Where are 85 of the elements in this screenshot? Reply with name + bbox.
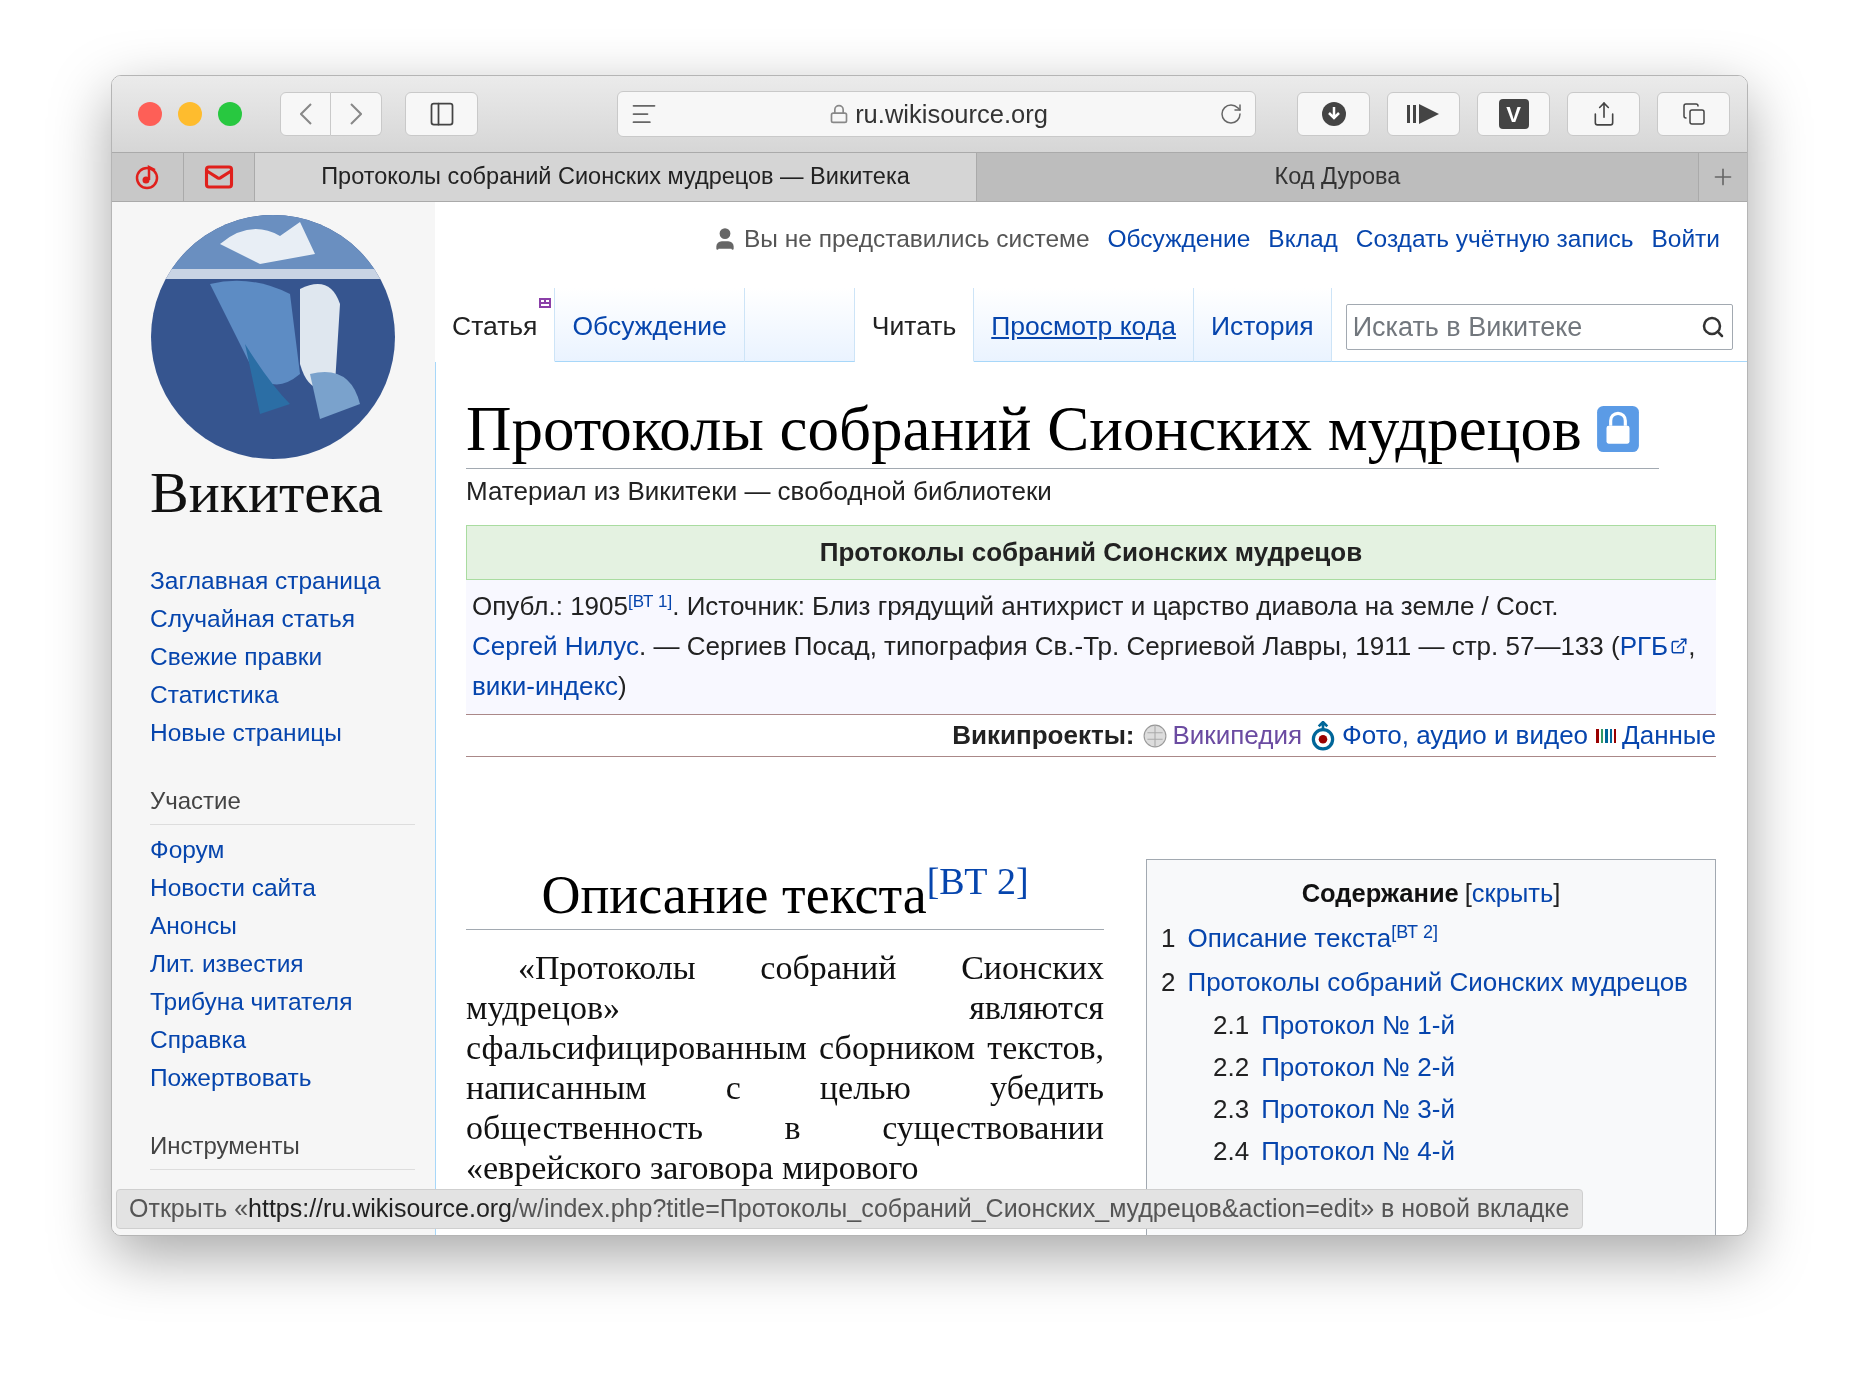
play-bars-icon [1406, 102, 1441, 126]
chevron-left-icon [299, 103, 312, 125]
toc-bracket: [ [1464, 878, 1472, 909]
toc-link[interactable]: Протокол № 1-й [1261, 1004, 1455, 1046]
login-status: Вы не представились системе [744, 223, 1090, 254]
toc-link[interactable]: Протокол № 2-й [1261, 1046, 1455, 1088]
sidebar-link[interactable]: Статистика [150, 676, 419, 714]
sidebar-heading[interactable]: Инструменты [150, 1129, 415, 1170]
reference-link[interactable]: [ВТ 1] [628, 591, 673, 611]
personal-link[interactable]: Создать учётную запись [1355, 220, 1634, 258]
sidebar-link[interactable]: Лит. известия [150, 945, 419, 983]
toc-link[interactable]: Описание текста$^{[ВТ 2]}$ [1187, 916, 1438, 960]
view-tab[interactable]: Просмотр кода [974, 288, 1194, 362]
body-paragraph: «Протоколы собраний Сионских мудрецов» являются сфальсифицированным сборником текстов, написанным с целью убедить общественность в существовании «еврейского заговора мирового [466, 948, 1104, 1188]
reload-icon[interactable] [1219, 102, 1243, 126]
logo-wordmark[interactable]: Викитека [150, 462, 419, 524]
toc-number: 2.1 [1213, 1009, 1250, 1042]
search-icon[interactable] [1701, 315, 1725, 339]
toc-link[interactable]: Протоколы собраний Сионских мудрецов [1187, 960, 1688, 1004]
search-field[interactable]: Искать в Викитеке [1345, 304, 1733, 350]
browser-tab[interactable]: Протоколы собраний Сионских мудрецов — Викитека [255, 153, 977, 201]
toc-number: 2 [1161, 966, 1176, 999]
media-button[interactable] [1387, 92, 1460, 136]
toc-toggle-link[interactable]: скрыть [1471, 874, 1554, 912]
sidebar-link[interactable]: Новости сайта [150, 869, 419, 907]
lock-icon [829, 104, 850, 124]
download-icon [1320, 101, 1347, 127]
toc-number: 2.2 [1213, 1051, 1250, 1084]
toc-bracket: ] [1553, 878, 1561, 909]
project-link[interactable]: Википедия [1172, 716, 1302, 755]
toc-number: 2.4 [1213, 1135, 1250, 1168]
wikiprojects-label: Википроекты: [952, 719, 1135, 752]
link-status-bar: Открыть «https://ru.wikisource.org/w/index.php?title=Протоколы_собраний_Сионских_мудрецов&action=edit» в новой вкладке [116, 1189, 1583, 1229]
download-button[interactable] [1297, 92, 1370, 136]
chevron-right-icon [350, 103, 362, 125]
sidebar-link[interactable]: Новые страницы [150, 714, 419, 752]
address-bar[interactable]: ru.wikisource.org [617, 91, 1256, 137]
header-title: Протоколы собраний Сионских мудрецов [466, 525, 1716, 580]
sidebar-heading[interactable]: Участие [150, 784, 415, 825]
url-text: ru.wikisource.org [855, 98, 1048, 130]
toc-link[interactable]: Протокол № 3-й [1261, 1088, 1455, 1130]
close-window-icon[interactable] [138, 102, 162, 126]
globe-icon [1142, 723, 1167, 748]
view-tab[interactable]: История [1193, 288, 1332, 362]
sidebar-link[interactable]: Справка [150, 1021, 419, 1059]
external-link[interactable]: РГБ [1619, 626, 1689, 666]
section-heading: Описание текста$^{[ВТ 2]}$ [541, 863, 1029, 927]
sidebar-button[interactable] [405, 92, 478, 136]
pinned-tab[interactable] [184, 153, 255, 201]
namespace-tab[interactable]: Обсуждение [555, 288, 745, 362]
page-tagline: Материал из Викитеки — свободной библиотеки [466, 475, 1053, 508]
forward-button[interactable] [331, 92, 382, 136]
source-note: Опубл.: 1905$^{[ВТ 1]}$. Источник: Близ грядущий антихрист и царство диавола на земле / Сост. Сергей Нилус. — Сергиев Посад, типография Св.-Тр. Сергиевой Лавры, 1911 — стр. 57—133 (РГБ , вики-индекс) [471, 590, 1697, 703]
page-title: Протоколы собраний Сионских мудрецов [466, 393, 1582, 466]
sidebar-link[interactable]: Трибуна читателя [150, 983, 419, 1021]
sidebar-link[interactable]: Пожертвовать [150, 1059, 419, 1097]
overlapping-squares-icon [1681, 102, 1706, 126]
share-button[interactable] [1567, 92, 1640, 136]
sidebar-link[interactable]: Свежие правки [150, 638, 419, 676]
back-button[interactable] [280, 92, 331, 136]
sidebar-link[interactable]: Случайная статья [150, 600, 419, 638]
toc-link[interactable]: Протокол № 4-й [1261, 1130, 1455, 1172]
personal-link[interactable]: Войти [1651, 220, 1720, 258]
mail-icon [204, 162, 234, 192]
small-grid-icon [539, 298, 552, 308]
barcode-stripes-icon [1596, 728, 1617, 743]
toc-number: 2.3 [1213, 1093, 1250, 1126]
sidebar-link[interactable]: Анонсы [150, 907, 419, 945]
project-link[interactable]: Фото, аудио и видео [1342, 716, 1589, 755]
author-link[interactable]: Сергей Нилус [472, 631, 639, 661]
reference-link[interactable]: [ВТ 2] [926, 860, 1029, 902]
personal-link[interactable]: Обсуждение [1107, 220, 1251, 258]
toc-title: Содержание [1301, 878, 1459, 909]
sidebar-link[interactable]: Форум [150, 831, 419, 869]
pinned-tab[interactable] [112, 153, 184, 201]
external-link-icon [1670, 637, 1689, 655]
author-link[interactable]: вики-индекс [472, 671, 619, 701]
personal-link[interactable]: Вклад [1268, 220, 1338, 258]
toc-number: 1 [1161, 922, 1176, 955]
extension-button[interactable]: V [1477, 92, 1550, 136]
commons-icon [1310, 720, 1336, 751]
project-link[interactable]: Данные [1622, 716, 1716, 755]
sidebar-link[interactable]: Заглавная страница [150, 562, 419, 600]
browser-tab[interactable]: Код Дурова [977, 153, 1699, 201]
tabs-overview-button[interactable] [1657, 92, 1730, 136]
